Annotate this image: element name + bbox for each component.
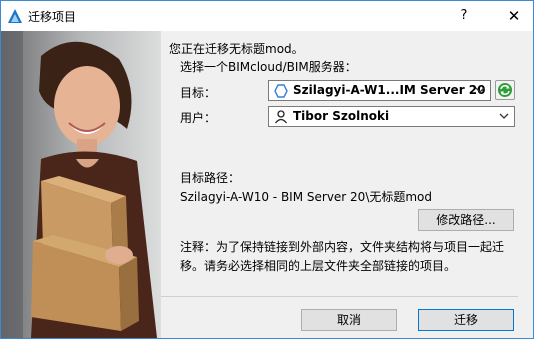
dialog-illustration [1, 31, 161, 338]
target-server-value: Szilagyi-A-W1...IM Server 20 [293, 83, 486, 97]
hexagon-server-icon [274, 84, 288, 98]
user-icon [274, 110, 288, 124]
sync-icon [498, 83, 512, 97]
woman-carrying-boxes-image [1, 31, 161, 338]
chevron-down-icon [475, 87, 485, 93]
cancel-button[interactable]: 取消 [301, 309, 397, 331]
modify-path-button[interactable]: 修改路径... [418, 209, 514, 231]
user-label: 用户： [180, 111, 217, 125]
target-path-value: Szilagyi-A-W10 - BIM Server 20\无标题mod [180, 190, 433, 204]
note-line-2: 移。请务必选择相同的上层文件夹全部链接的项目。 [180, 259, 457, 273]
chevron-down-icon [499, 113, 509, 119]
user-value: Tibor Szolnoki [293, 109, 390, 123]
button-separator [161, 296, 518, 297]
user-select[interactable]: Tibor Szolnoki [268, 106, 515, 127]
target-path-label: 目标路径： [180, 171, 241, 185]
close-button[interactable]: ✕ [495, 1, 533, 31]
choose-server-label: 选择一个BIMcloud/BIM服务器： [180, 60, 357, 74]
help-button[interactable]: ? [449, 1, 479, 31]
sync-button[interactable] [495, 80, 515, 100]
migrate-project-dialog: 迁移项目 ? ✕ 您正在迁移无标题mod。 选择一个BIMcloud/BIM服务… [0, 0, 534, 339]
archicad-app-icon [8, 9, 22, 23]
title-bar: 迁移项目 ? ✕ [1, 1, 533, 31]
target-label: 目标： [180, 86, 217, 100]
intro-text: 您正在迁移无标题mod。 [169, 42, 304, 56]
dialog-content: 您正在迁移无标题mod。 选择一个BIMcloud/BIM服务器： 目标： Sz… [161, 31, 533, 338]
window-title: 迁移项目 [28, 10, 77, 24]
note-line-1: 注释：为了保持链接到外部内容，文件夹结构将与项目一起迁 [180, 240, 505, 254]
migrate-button[interactable]: 迁移 [418, 309, 514, 331]
target-server-select[interactable]: Szilagyi-A-W1...IM Server 20 [268, 80, 491, 101]
